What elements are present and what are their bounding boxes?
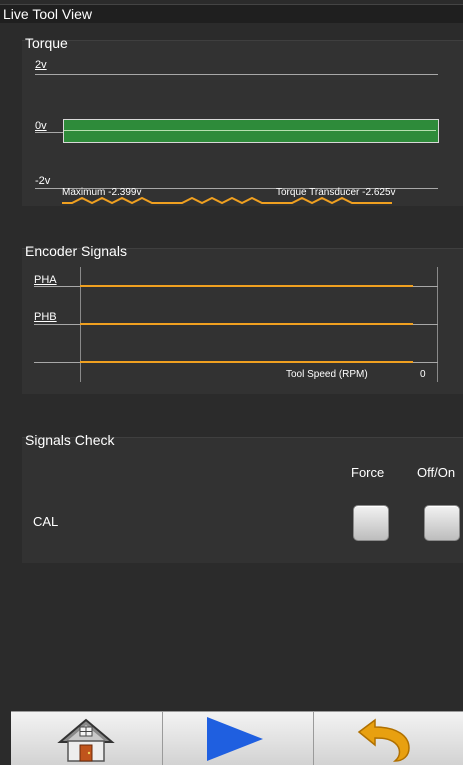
window-title: Live Tool View — [3, 6, 92, 22]
undo-icon — [357, 718, 410, 762]
tool-speed-value: 0 — [420, 369, 426, 380]
encoder-signal-speed — [80, 361, 413, 363]
torque-signal-trace — [62, 197, 392, 205]
torque-gridline-2v — [35, 74, 438, 75]
home-button[interactable] — [11, 712, 163, 765]
cal-off-on-toggle[interactable] — [424, 505, 460, 541]
bottom-toolbar — [11, 711, 463, 765]
torque-panel: Torque 2v 0v -2v Maximum -2.399v Torque … — [22, 35, 463, 206]
undo-button[interactable] — [313, 712, 463, 765]
live-tool-view-window: Live Tool View Torque 2v 0v -2v Maximum … — [0, 0, 463, 765]
signals-check-panel: Signals Check Force Off/On CAL — [22, 432, 463, 563]
tool-speed-label: Tool Speed (RPM) — [286, 369, 368, 380]
encoder-signals-panel: Encoder Signals PHA PHB Tool Speed (RPM)… — [22, 243, 463, 394]
force-column-header: Force — [351, 465, 385, 480]
encoder-panel-title: Encoder Signals — [25, 243, 127, 259]
play-button[interactable] — [162, 712, 314, 765]
encoder-signal-phb — [80, 323, 413, 325]
home-icon — [57, 718, 115, 762]
torque-axis-2v: 2v — [35, 59, 47, 71]
encoder-signal-pha — [80, 285, 413, 287]
signals-check-title: Signals Check — [25, 432, 115, 448]
cal-row-label: CAL — [33, 514, 59, 529]
cal-force-toggle[interactable] — [353, 505, 389, 541]
torque-axis-neg2v: -2v — [35, 175, 51, 187]
off-on-column-header: Off/On — [417, 465, 456, 480]
torque-panel-title: Torque — [25, 35, 68, 51]
play-icon — [207, 717, 263, 761]
window-title-bar: Live Tool View — [0, 4, 463, 23]
torque-bar-midline — [64, 130, 436, 131]
encoder-channel-phb: PHB — [34, 311, 57, 323]
torque-axis-0v: 0v — [35, 120, 47, 132]
torque-bar — [63, 119, 439, 143]
encoder-channel-pha: PHA — [34, 274, 57, 286]
